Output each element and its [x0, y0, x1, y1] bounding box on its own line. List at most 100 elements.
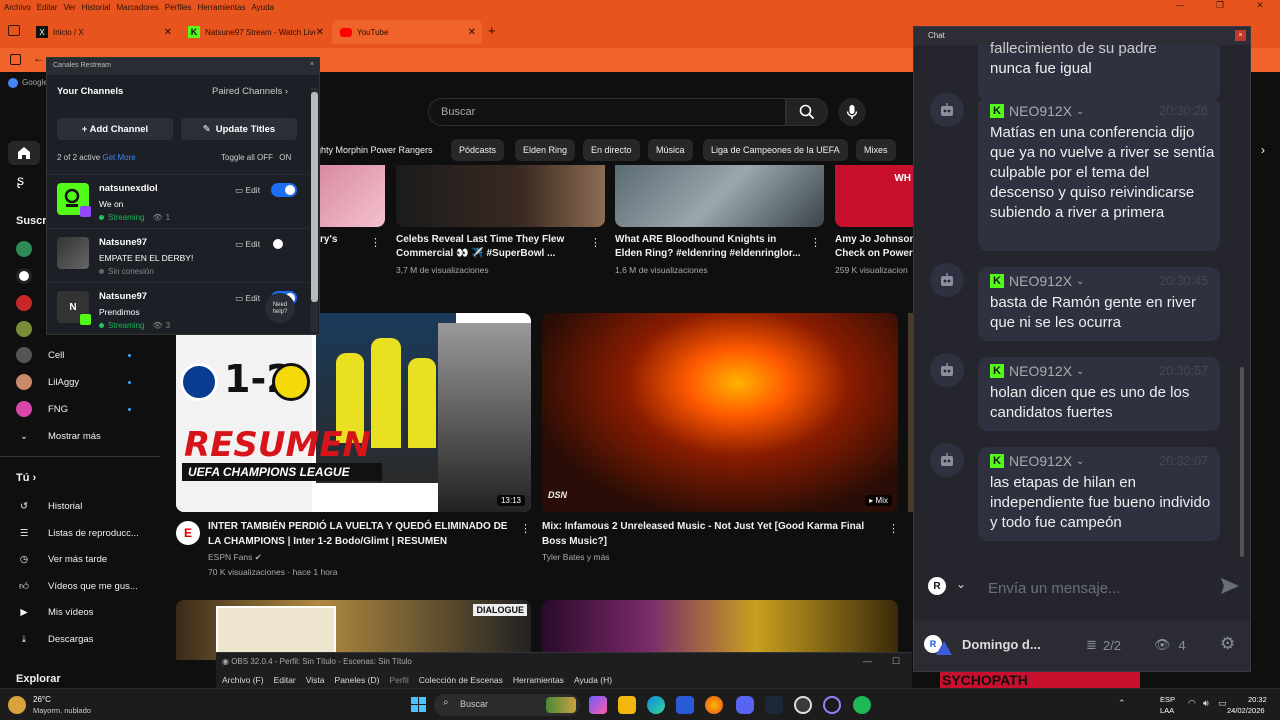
sidebar-item-history[interactable]: ↺ Historial: [16, 498, 82, 514]
edge-icon[interactable]: [647, 696, 665, 714]
user-avatar[interactable]: [930, 443, 964, 477]
subscription-lilaggy[interactable]: LilAggy: [16, 374, 79, 390]
video-title[interactable]: ry's: [320, 233, 337, 247]
gear-icon[interactable]: ⚙: [1220, 634, 1235, 654]
obs-menu-archivo[interactable]: Archivo (F): [222, 675, 264, 685]
taskbar-search[interactable]: ⌕ Buscar: [434, 694, 580, 716]
video-thumbnail[interactable]: [615, 165, 824, 227]
chip-musica[interactable]: Música: [648, 139, 693, 161]
video-title-line2[interactable]: LA CHAMPIONS | Inter 1-2 Bodo/Glimt | RE…: [208, 535, 447, 549]
battery-icon[interactable]: ▭: [1218, 698, 1227, 709]
obs-menu-paneles[interactable]: Paneles (D): [335, 675, 380, 685]
subscription-avatar[interactable]: [16, 321, 32, 337]
show-more-button[interactable]: ⌄ Mostrar más: [16, 428, 101, 444]
thumbnail-text[interactable]: SYCHOPATH: [940, 672, 1140, 688]
video-channel[interactable]: ESPN Fans ✔: [208, 551, 262, 564]
connected-channels[interactable]: ≣ 2/2: [1086, 637, 1121, 653]
video-title-line2[interactable]: Boss Music?]: [542, 535, 607, 549]
obs-menu-herramientas[interactable]: Herramientas: [513, 675, 564, 685]
chip-elden-ring[interactable]: Elden Ring: [515, 139, 576, 161]
more-options-icon[interactable]: ⋮: [810, 236, 821, 249]
menu-editar[interactable]: Editar: [37, 3, 58, 12]
sidebar-item-liked[interactable]: 👍︎ Vídeos que me gus...: [16, 578, 138, 594]
weather-desc[interactable]: Mayorm. nublado: [33, 706, 91, 715]
video-thumbnail-inter[interactable]: 1-2 RESUMEN UEFA CHAMPIONS LEAGUE 13:13: [176, 313, 531, 512]
store-icon[interactable]: [676, 696, 694, 714]
sidebar-toggle-icon[interactable]: [10, 54, 21, 65]
subscription-avatar[interactable]: [16, 241, 32, 257]
you-heading[interactable]: Tú ›: [16, 472, 36, 484]
video-channel[interactable]: Tyler Bates y más: [542, 551, 610, 564]
video-thumbnail-infamous[interactable]: DSN ▸ Mix: [542, 313, 898, 512]
spotify-icon[interactable]: [853, 696, 871, 714]
need-help-button[interactable]: Need help?: [265, 293, 295, 323]
restore-icon[interactable]: ❐: [1200, 0, 1240, 15]
volume-icon[interactable]: 🔊︎: [1203, 698, 1209, 709]
subscription-avatar[interactable]: [16, 295, 32, 311]
maximize-icon[interactable]: ☐: [892, 656, 900, 667]
obs-menu-vista[interactable]: Vista: [306, 675, 325, 685]
chip-mixes[interactable]: Mixes: [856, 139, 896, 161]
video-title[interactable]: INTER TAMBIÉN PERDIÓ LA VUELTA Y QUEDÓ E…: [208, 520, 507, 534]
subscription-cell[interactable]: Cell: [16, 347, 64, 363]
menu-ayuda[interactable]: Ayuda: [251, 3, 274, 12]
home-icon[interactable]: [16, 145, 32, 166]
message-username[interactable]: K NEO912X ⌄: [990, 363, 1084, 379]
clock-time[interactable]: 20:32: [1248, 695, 1267, 704]
chevron-up-icon[interactable]: ⌃: [1118, 698, 1126, 709]
chevron-down-icon[interactable]: ⌄: [956, 577, 966, 591]
message-username[interactable]: K NEO912X ⌄: [990, 103, 1084, 119]
file-explorer-icon[interactable]: [618, 696, 636, 714]
chip-podcasts[interactable]: Pódcasts: [451, 139, 505, 161]
close-tab-icon[interactable]: ✕: [316, 27, 324, 38]
paired-channels-link[interactable]: Paired Channels ›: [212, 86, 288, 97]
footer-channel-name[interactable]: Domingo d...: [962, 637, 1041, 652]
clock-date[interactable]: 24/02/2026: [1227, 706, 1265, 715]
copilot-icon[interactable]: [589, 696, 607, 714]
video-title[interactable]: What ARE Bloodhound Knights in: [615, 233, 776, 247]
chips-next-arrow-icon[interactable]: ›: [1252, 139, 1274, 161]
user-avatar[interactable]: [930, 353, 964, 387]
edit-button[interactable]: ▭ Edit: [235, 185, 260, 196]
obs-menu-perfil[interactable]: Perfil: [389, 675, 408, 685]
sidebar-item-downloads[interactable]: ⤓ Descargas: [16, 631, 94, 647]
menu-historial[interactable]: Historial: [82, 3, 111, 12]
close-icon[interactable]: ✕: [1240, 0, 1280, 15]
video-thumbnail[interactable]: [542, 600, 898, 660]
close-tab-icon[interactable]: ✕: [164, 27, 172, 38]
shorts-icon[interactable]: ʂ: [17, 172, 24, 188]
edit-button[interactable]: ▭ Edit: [235, 239, 260, 250]
voice-search-button[interactable]: [838, 98, 866, 126]
youtube-search-input[interactable]: Buscar: [428, 98, 786, 126]
firefox-icon[interactable]: [705, 696, 723, 714]
weather-temp[interactable]: 26°C: [33, 695, 51, 704]
tab-kick[interactable]: K Natsune97 Stream - Watch Live ✕: [180, 20, 330, 44]
more-options-icon[interactable]: ⋮: [370, 236, 381, 249]
back-icon[interactable]: ←: [33, 51, 45, 65]
menu-archivo[interactable]: Archivo: [4, 3, 31, 12]
update-titles-button[interactable]: ✎ Update Titles: [181, 118, 297, 140]
menu-herramientas[interactable]: Herramientas: [197, 3, 245, 12]
video-thumbnail[interactable]: [396, 165, 605, 227]
video-thumbnail[interactable]: [320, 165, 385, 227]
chat-message-input[interactable]: Envía un mensaje...: [988, 580, 1121, 597]
message-username[interactable]: K NEO912X ⌄: [990, 273, 1084, 289]
more-options-icon[interactable]: ⋮: [520, 522, 531, 535]
panel-scrollbar[interactable]: [311, 88, 318, 332]
language-layout[interactable]: LAA: [1160, 706, 1174, 715]
toggle-all-off[interactable]: OFF: [257, 153, 273, 162]
menu-marcadores[interactable]: Marcadores: [117, 3, 159, 12]
minimize-icon[interactable]: —: [863, 656, 872, 666]
windows-start-icon[interactable]: [411, 697, 427, 713]
chip-power-rangers[interactable]: ighty Morphin Power Rangers: [306, 139, 441, 161]
message-username[interactable]: K NEO912X ⌄: [990, 453, 1084, 469]
language-indicator[interactable]: ESP: [1160, 695, 1175, 704]
chat-scrollbar[interactable]: [1240, 367, 1244, 557]
video-title-line2[interactable]: Commercial 👀 ✈️ #SuperBowl ...: [396, 247, 555, 261]
menu-ver[interactable]: Ver: [64, 3, 76, 12]
restream-app-icon[interactable]: R: [924, 633, 954, 657]
app-icon[interactable]: [823, 696, 841, 714]
more-options-icon[interactable]: ⋮: [888, 522, 899, 535]
close-icon[interactable]: ×: [310, 61, 314, 68]
restream-logo-icon[interactable]: R: [928, 577, 946, 595]
